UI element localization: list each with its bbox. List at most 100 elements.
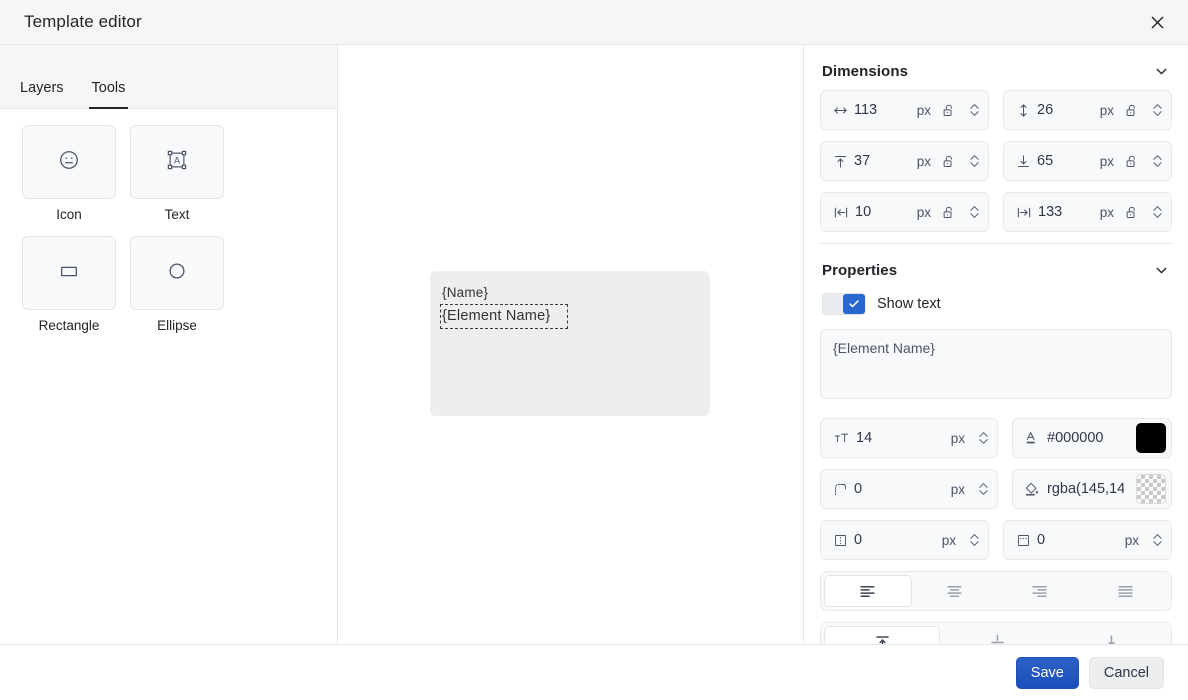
fill-color-value: rgba(145,14 [1047,481,1124,497]
align-bottom-icon [1016,154,1031,169]
unlocked-padlock-icon[interactable] [941,154,956,169]
element-text-input[interactable] [820,329,1172,399]
tool-icon[interactable]: Icon [22,125,116,222]
border-radius-stepper[interactable] [975,482,991,496]
template-card[interactable]: {Name} {Element Name} [430,271,710,416]
dimensions-section-header[interactable]: Dimensions [820,45,1172,90]
padding-vertical-unit: px [1124,532,1139,548]
svg-text:A: A [174,155,181,165]
align-justify-icon[interactable] [1083,575,1169,607]
canvas-area[interactable]: {Name} {Element Name} [338,45,803,644]
close-icon[interactable] [1142,7,1172,37]
fill-color-field[interactable]: rgba(145,14 [1012,469,1172,509]
vertical-align-group [820,622,1172,644]
height-unit: px [1099,102,1114,118]
left-offset-value: 10 [855,204,872,220]
tool-ellipse[interactable]: Ellipse [130,236,224,333]
properties-title: Properties [822,262,898,279]
tool-ellipse-box[interactable] [130,236,224,310]
bottom-offset-value: 65 [1037,153,1054,169]
cancel-button[interactable]: Cancel [1088,656,1164,689]
height-stepper[interactable] [1149,103,1165,117]
tool-text-box[interactable]: A [130,125,224,199]
modal-footer: Save Cancel [0,644,1188,700]
tool-label: Rectangle [38,318,100,333]
chevron-down-icon[interactable] [1153,63,1170,80]
tool-label: Icon [56,207,82,222]
tool-rectangle-box[interactable] [22,236,116,310]
text-color-swatch[interactable] [1136,423,1166,453]
tool-icon-box[interactable] [22,125,116,199]
padding-horizontal-stepper[interactable] [966,533,982,547]
tool-rectangle[interactable]: Rectangle [22,236,116,333]
properties-panel: Dimensions 113 px 26 px 37 px 65 px 10 p… [803,45,1188,644]
height-field[interactable]: 26 px [1003,90,1172,130]
text-color-field[interactable]: #000000 [1012,418,1172,458]
unlocked-padlock-icon[interactable] [1124,154,1139,169]
font-and-color-row: 14 px #000000 [820,418,1172,458]
border-radius-field[interactable]: 0 px [820,469,998,509]
font-size-value: 14 [856,430,873,446]
top-offset-stepper[interactable] [966,154,982,168]
bottom-offset-field[interactable]: 65 px [1003,141,1172,181]
save-button[interactable]: Save [1015,656,1079,689]
top-offset-value: 37 [854,153,871,169]
font-size-icon [833,431,850,446]
top-offset-field[interactable]: 37 px [820,141,989,181]
text-color-icon [1024,430,1040,446]
radius-and-fill-row: 0 px rgba(145,14 [820,469,1172,509]
properties-section-header[interactable]: Properties [820,244,1172,289]
unlocked-padlock-icon[interactable] [941,103,956,118]
left-sidebar: Layers Tools Icon A Text Rectangle Ellip… [0,45,338,644]
unlocked-padlock-icon[interactable] [1124,103,1139,118]
valign-middle-icon[interactable] [940,626,1054,644]
width-arrow-icon [833,103,848,118]
modal-body: Layers Tools Icon A Text Rectangle Ellip… [0,45,1188,644]
right-offset-stepper[interactable] [1149,205,1165,219]
align-left-icon[interactable] [824,575,912,607]
padding-vertical-field[interactable]: 0 px [1003,520,1172,560]
ellipse-icon [166,260,188,287]
selected-element[interactable]: {Element Name} [440,304,568,329]
show-text-toggle[interactable] [822,293,866,315]
chevron-down-icon[interactable] [1153,262,1170,279]
padding-horizontal-unit: px [941,532,956,548]
tools-grid: Icon A Text Rectangle Ellipse [0,109,337,349]
top-offset-unit: px [916,153,931,169]
tool-text[interactable]: A Text [130,125,224,222]
right-offset-unit: px [1099,204,1114,220]
tab-tools[interactable]: Tools [78,80,140,109]
valign-bottom-icon[interactable] [1054,626,1168,644]
bottom-offset-stepper[interactable] [1149,154,1165,168]
padding-row: 0 px 0 px [820,520,1172,560]
fill-color-swatch[interactable] [1136,474,1166,504]
unlocked-padlock-icon[interactable] [941,205,956,220]
align-center-icon[interactable] [912,575,998,607]
align-right-icon[interactable] [997,575,1083,607]
left-offset-field[interactable]: 10 px [820,192,989,232]
tab-layers[interactable]: Layers [6,80,78,109]
valign-top-icon[interactable] [824,626,940,644]
template-name-text: {Name} [442,285,489,300]
border-radius-unit: px [950,481,965,497]
padding-horizontal-field[interactable]: 0 px [820,520,989,560]
border-radius-icon [833,482,848,497]
padding-vertical-icon [1016,533,1031,548]
font-size-stepper[interactable] [975,431,991,445]
properties-panel-inner: Dimensions 113 px 26 px 37 px 65 px 10 p… [804,45,1188,644]
width-field[interactable]: 113 px [820,90,989,130]
padding-vertical-stepper[interactable] [1149,533,1165,547]
modal-header: Template editor [0,0,1188,45]
right-offset-field[interactable]: 133 px [1003,192,1172,232]
width-stepper[interactable] [966,103,982,117]
padding-vertical-value: 0 [1037,532,1046,548]
font-size-unit: px [950,430,965,446]
padding-horizontal-icon [833,533,848,548]
unlocked-padlock-icon[interactable] [1124,205,1139,220]
left-offset-stepper[interactable] [966,205,982,219]
show-text-row: Show text [820,289,1172,329]
font-size-field[interactable]: 14 px [820,418,998,458]
tool-label: Text [164,207,190,222]
bottom-offset-unit: px [1099,153,1114,169]
text-align-group [820,571,1172,611]
